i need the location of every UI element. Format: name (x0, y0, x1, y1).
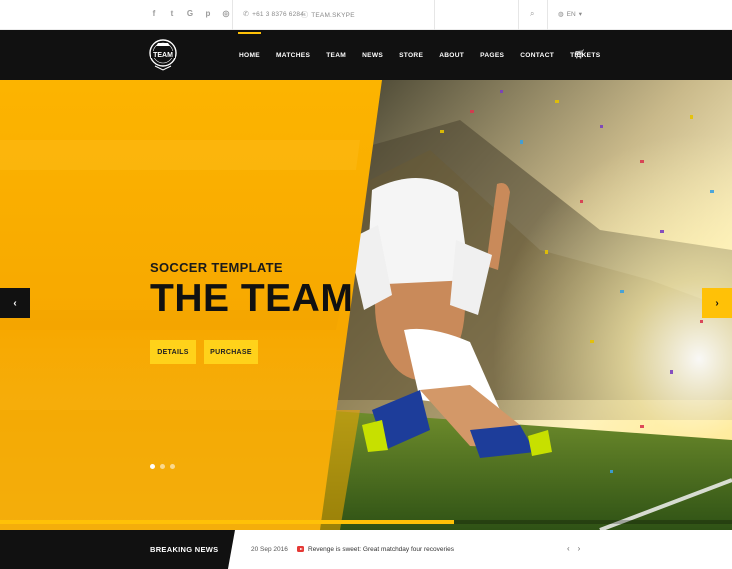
hero-kicker: SOCCER TEMPLATE (150, 260, 283, 275)
slider-pagination (150, 464, 175, 469)
language-label: EN (566, 10, 576, 18)
cart-icon[interactable]: 🛒︎ (574, 49, 585, 60)
divider (547, 0, 548, 30)
chevron-left-icon: ‹ (13, 297, 17, 309)
breaking-news-label: BREAKING NEWS (150, 545, 219, 554)
news-headline[interactable]: Revenge is sweet: Great matchday four re… (308, 546, 454, 553)
slider-dot[interactable] (150, 464, 155, 469)
hero-buttons: DETAILS PURCHASE (150, 340, 258, 364)
video-icon (297, 546, 304, 552)
divider (434, 0, 435, 30)
phone-contact[interactable]: ✆ +61 3 8376 6284 (243, 10, 305, 19)
team-logo[interactable]: TEAM (145, 36, 181, 74)
pinterest-icon[interactable]: p (204, 9, 212, 19)
slider-prev-button[interactable]: ‹ (0, 288, 30, 318)
slider-dot[interactable] (170, 464, 175, 469)
social-links: f t G p ◎ (150, 9, 230, 19)
nav-item-team[interactable]: TEAM (326, 52, 346, 59)
skype-icon: ⓢ (301, 12, 309, 19)
nav-item-store[interactable]: STORE (399, 52, 423, 59)
purchase-button[interactable]: PURCHASE (204, 340, 258, 364)
slider-next-button[interactable]: › (702, 288, 732, 318)
slider-dot[interactable] (160, 464, 165, 469)
nav-item-news[interactable]: NEWS (362, 52, 383, 59)
globe-icon: ◍ (558, 11, 564, 18)
language-selector[interactable]: ◍ EN ▾ (558, 10, 582, 19)
skype-name: TEAM.SKYPE (311, 11, 355, 19)
hero-copy: SOCCER TEMPLATE THE TEAM (150, 260, 353, 320)
top-utility-bar: f t G p ◎ ✆ +61 3 8376 6284 ⓢ TEAM.SKYPE… (0, 0, 732, 30)
details-button[interactable]: DETAILS (150, 340, 196, 364)
news-date: 20 Sep 2016 (251, 546, 288, 553)
twitter-icon[interactable]: t (168, 9, 176, 19)
hero-title: THE TEAM (150, 277, 354, 320)
skype-contact[interactable]: ⓢ TEAM.SKYPE (301, 10, 355, 20)
hero-slider: SOCCER TEMPLATE THE TEAM DETAILS PURCHAS… (0, 80, 732, 530)
slider-progress-fill (0, 520, 454, 524)
breaking-news-bar: BREAKING NEWS 20 Sep 2016 Revenge is swe… (0, 530, 732, 569)
google-icon[interactable]: G (186, 9, 194, 19)
nav-item-pages[interactable]: PAGES (480, 52, 504, 59)
breaking-news-label-block: BREAKING NEWS (0, 530, 235, 569)
news-prev-button[interactable]: ‹ (567, 544, 570, 553)
chevron-down-icon: ▾ (578, 11, 582, 18)
nav-menu: HOME MATCHES TEAM NEWS STORE ABOUT PAGES… (238, 30, 616, 80)
instagram-icon[interactable]: ◎ (222, 9, 230, 19)
nav-item-about[interactable]: ABOUT (439, 52, 464, 59)
news-next-button[interactable]: › (578, 544, 581, 553)
main-navigation: TEAM HOME MATCHES TEAM NEWS STORE ABOUT … (0, 30, 732, 80)
divider (518, 0, 519, 30)
nav-item-home[interactable]: HOME (238, 31, 261, 59)
facebook-icon[interactable]: f (150, 9, 158, 19)
slider-progress-bar (0, 520, 732, 524)
divider (232, 0, 233, 30)
nav-item-matches[interactable]: MATCHES (276, 52, 310, 59)
phone-icon: ✆ (243, 11, 250, 18)
search-icon[interactable]: ⌕ (530, 9, 534, 19)
chevron-right-icon: › (715, 297, 719, 309)
nav-item-contact[interactable]: CONTACT (520, 52, 554, 59)
logo-text: TEAM (153, 52, 173, 59)
hero-background-image (0, 80, 732, 530)
news-navigation: ‹ › (567, 544, 580, 553)
phone-number: +61 3 8376 6284 (252, 10, 305, 18)
